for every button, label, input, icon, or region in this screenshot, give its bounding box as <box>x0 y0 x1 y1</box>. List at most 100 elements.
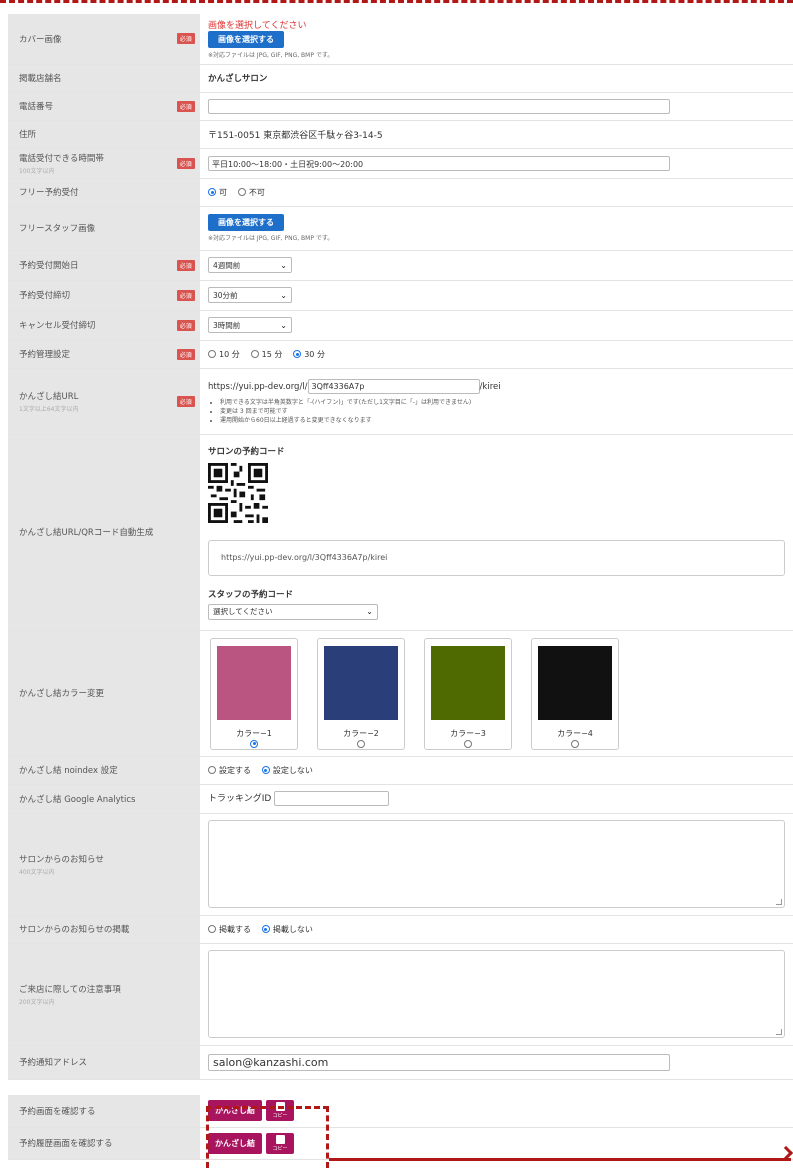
row-cancel-deadline: キャンセル受付締切 必須 3時間前 ⌄ <box>8 310 793 341</box>
row-sublabel: 200文字以内 <box>19 998 55 1006</box>
color-option-3[interactable]: カラー−3 <box>424 637 512 750</box>
swatch-color-1 <box>217 645 291 720</box>
booking-deadline-select[interactable]: 30分前 ⌄ <box>208 287 292 303</box>
row-sublabel: 400文字以内 <box>19 868 55 876</box>
row-noindex: かんざし結 noindex 設定 設定する 設定しない <box>8 756 793 785</box>
row-label: キャンセル受付締切 <box>8 310 172 341</box>
file-types-note: ※対応ファイルは JPG, GIF, PNG, BMP です。 <box>208 52 334 60</box>
annotation-top-dashed-line <box>0 0 793 3</box>
url-suffix: /kirei <box>479 381 501 392</box>
booking-start-select[interactable]: 4週間前 ⌄ <box>208 257 292 273</box>
row-address: 住所 〒151-0051 東京都渋谷区千駄ヶ谷3-14-5 <box>8 120 793 149</box>
row-label: かんざし結URL <box>19 391 79 402</box>
color-radio-1 <box>250 739 258 748</box>
row-confirm-booking: 予約画面を確認する かんざし結 コピー <box>8 1095 793 1128</box>
radio-noindex-on[interactable]: 設定する <box>208 765 251 776</box>
tracking-id-label: トラッキングID <box>208 794 272 804</box>
row-phone: 電話番号 必須 <box>8 92 793 121</box>
row-free-staff-image: フリースタッフ画像 画像を選択する ※対応ファイルは JPG, GIF, PNG… <box>8 206 793 251</box>
url-prefix: https://yui.pp-dev.org/l/ <box>208 381 308 392</box>
row-label: かんざし結URL/QRコード自動生成 <box>8 434 172 631</box>
choose-staff-image-button[interactable]: 画像を選択する <box>208 214 284 231</box>
row-label: 予約管理設定 <box>8 340 172 369</box>
choose-cover-image-button[interactable]: 画像を選択する <box>208 31 284 49</box>
row-kanzashi-url: かんざし結URL 1文字以上64文字以内 必須 https://yui.pp-de… <box>8 368 793 435</box>
address-value: 〒151-0051 東京都渋谷区千駄ヶ谷3-14-5 <box>200 120 793 149</box>
row-label: かんざし結 Google Analytics <box>8 784 172 814</box>
color-option-2[interactable]: カラー−2 <box>317 637 405 750</box>
cover-error-text: 画像を選択してください <box>208 21 307 32</box>
row-label: 住所 <box>8 120 172 149</box>
required-badge: 必須 <box>176 157 195 169</box>
chevron-down-icon: ⌄ <box>280 290 287 300</box>
row-confirm-history: 予約履歴画面を確認する かんざし結 コピー <box>8 1127 793 1160</box>
row-label: 予約通知アドレス <box>8 1045 172 1080</box>
tracking-id-input[interactable] <box>274 791 390 806</box>
row-analytics: かんざし結 Google Analytics トラッキングID <box>8 784 793 814</box>
color-radio-3 <box>464 739 472 748</box>
required-badge: 必須 <box>176 319 195 331</box>
radio-slot-15[interactable]: 15 分 <box>250 349 282 360</box>
notice-textarea[interactable] <box>208 820 785 908</box>
row-label: カバー画像 <box>8 14 172 65</box>
radio-slot-30[interactable]: 30 分 <box>293 349 325 360</box>
row-notice-publish: サロンからのお知らせの掲載 掲載する 掲載しない <box>8 915 793 944</box>
required-badge: 必須 <box>176 289 195 301</box>
chevron-down-icon: ⌄ <box>280 260 287 270</box>
required-badge: 必須 <box>176 395 195 407</box>
annotation-dashed-box <box>206 1106 329 1168</box>
row-label: 予約受付締切 <box>8 280 172 311</box>
color-radio-2 <box>357 739 365 748</box>
row-label: 予約受付開始日 <box>8 250 172 281</box>
phone-hours-input[interactable]: 平日10:00～18:00・土日祝9:00～20:00 <box>208 155 670 171</box>
row-label: 電話受付できる時間帯 <box>19 153 104 164</box>
row-label: 電話番号 <box>8 92 172 121</box>
row-color: かんざし結カラー変更 カラー−1 カラー−2 カラー−3 カラー−4 <box>8 630 793 757</box>
row-notify-address: 予約通知アドレス salon@kanzashi.com <box>8 1045 793 1080</box>
staff-code-select[interactable]: 選択してください ⌄ <box>208 603 378 620</box>
url-note: 変更は 3 回まで可能です <box>220 406 785 415</box>
phone-input[interactable] <box>208 98 670 114</box>
row-label: 予約画面を確認する <box>8 1095 172 1128</box>
row-label: かんざし結 noindex 設定 <box>8 756 172 785</box>
radio-noindex-off[interactable]: 設定しない <box>261 765 313 776</box>
radio-publish-off[interactable]: 掲載しない <box>261 924 313 935</box>
required-badge: 必須 <box>176 100 195 112</box>
chevron-down-icon: ⌄ <box>280 320 287 330</box>
color-option-4[interactable]: カラー−4 <box>531 637 619 750</box>
color-option-1[interactable]: カラー−1 <box>210 637 298 750</box>
radio-free-no[interactable]: 不可 <box>237 187 265 198</box>
radio-slot-10[interactable]: 10 分 <box>208 349 240 360</box>
row-qr-code: かんざし結URL/QRコード自動生成 サロンの予約コード https://yui… <box>8 434 793 631</box>
row-booking-start: 予約受付開始日 必須 4週間前 ⌄ <box>8 250 793 281</box>
color-radio-4 <box>571 739 579 748</box>
radio-free-yes[interactable]: 可 <box>208 187 227 198</box>
notify-address-input[interactable]: salon@kanzashi.com <box>208 1053 670 1071</box>
row-booking-deadline: 予約受付締切 必須 30分前 ⌄ <box>8 280 793 311</box>
radio-publish-on[interactable]: 掲載する <box>208 924 251 935</box>
row-booking-slot: 予約管理設定 必須 10 分 15 分 30 分 <box>8 340 793 369</box>
row-sublabel: 1文字以上64文字以内 <box>19 405 79 413</box>
generated-url-box[interactable]: https://yui.pp-dev.org/l/3Qff4336A7p/kir… <box>208 539 785 576</box>
chevron-down-icon: ⌄ <box>366 607 373 616</box>
swatch-color-3 <box>431 645 505 720</box>
salon-settings-form: カバー画像 必須 画像を選択してください 画像を選択する ※対応ファイルは JP… <box>8 14 793 1160</box>
row-label: ご来店に際しての注意事項 <box>19 984 121 995</box>
visit-notes-textarea[interactable] <box>208 950 785 1038</box>
required-badge: 必須 <box>176 33 195 45</box>
row-label: 掲載店舗名 <box>8 64 172 93</box>
row-sublabel: 100文字以内 <box>19 167 55 175</box>
cancel-deadline-select[interactable]: 3時間前 ⌄ <box>208 317 292 333</box>
row-label: かんざし結カラー変更 <box>8 630 172 757</box>
shop-name-value: かんざしサロン <box>208 74 268 84</box>
row-phone-hours: 電話受付できる時間帯 100文字以内 必須 平日10:00～18:00・土日祝9:… <box>8 148 793 179</box>
required-badge: 必須 <box>176 348 195 360</box>
row-visit-notes: ご来店に際しての注意事項 200文字以内 <box>8 943 793 1046</box>
row-cover-image: カバー画像 必須 画像を選択してください 画像を選択する ※対応ファイルは JP… <box>8 14 793 65</box>
url-slug-input[interactable]: 3Qff4336A7p <box>307 378 480 394</box>
file-types-note: ※対応ファイルは JPG, GIF, PNG, BMP です。 <box>208 235 334 242</box>
row-label: フリースタッフ画像 <box>8 206 172 251</box>
url-note: 運用開始から60日以上経過すると変更できなくなります <box>220 415 785 424</box>
swatch-color-2 <box>324 645 398 720</box>
row-label: サロンからのお知らせの掲載 <box>8 915 172 944</box>
